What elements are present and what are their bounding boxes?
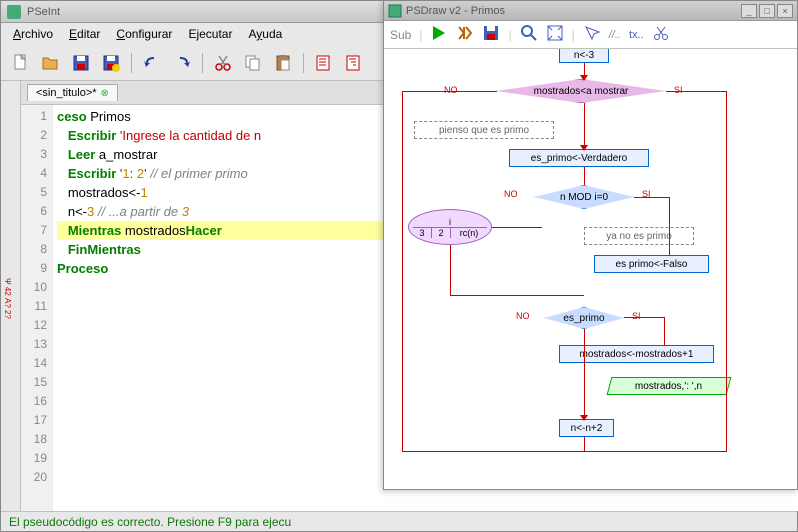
statusbar: El pseudocódigo es correcto. Presione F9…: [1, 511, 797, 531]
run-button[interactable]: [430, 24, 448, 45]
flowchart-canvas[interactable]: n<-3 mostrados<a mostrar NO SI pienso qu…: [384, 49, 797, 489]
new-file-button[interactable]: [9, 51, 33, 75]
fc-decision-main[interactable]: mostrados<a mostrar: [496, 79, 666, 103]
close-button[interactable]: ×: [777, 4, 793, 18]
tab-label: <sin_titulo>*: [36, 87, 97, 99]
fc-assign-mostrados[interactable]: mostrados<-mostrados+1: [559, 345, 714, 363]
fc-output[interactable]: mostrados,': ',n: [607, 377, 732, 395]
fc-label-no-1: NO: [444, 85, 458, 95]
menu-editar[interactable]: Editar: [61, 25, 108, 43]
text-tool-button[interactable]: tx..: [629, 29, 644, 41]
comment-tool-button[interactable]: //..: [609, 29, 621, 41]
menu-archivo[interactable]: Archivo: [5, 25, 61, 43]
paste-button[interactable]: [271, 51, 295, 75]
fc-label-si-3: SI: [632, 311, 641, 321]
fc-label-no-2: NO: [504, 189, 518, 199]
menu-ejecutar[interactable]: Ejecutar: [180, 25, 240, 43]
left-sidebar: Ψ 42 A? 2? lista de variables * = ∧ oper…: [1, 81, 21, 511]
app-icon: [7, 5, 21, 19]
outdent-button[interactable]: [342, 51, 366, 75]
cut-tool-button[interactable]: [652, 24, 670, 45]
status-text: El pseudocódigo es correcto. Presione F9…: [9, 515, 291, 529]
psdraw-window[interactable]: PSDraw v2 - Primos _ □ × Sub | | | //.. …: [383, 0, 798, 490]
fc-note-yano[interactable]: ya no es primo: [584, 227, 694, 245]
minimize-button[interactable]: _: [741, 4, 757, 18]
cut-button[interactable]: [211, 51, 235, 75]
redo-button[interactable]: [170, 51, 194, 75]
indent-button[interactable]: [312, 51, 336, 75]
psdraw-icon: [388, 4, 402, 18]
fc-assign-verdadero[interactable]: es_primo<-Verdadero: [509, 149, 649, 167]
editor-tab[interactable]: <sin_titulo>* ⊗: [27, 84, 118, 101]
fc-assign-n2[interactable]: n<-n+2: [559, 419, 614, 437]
psdraw-titlebar[interactable]: PSDraw v2 - Primos _ □ ×: [384, 1, 797, 21]
save-button[interactable]: [69, 51, 93, 75]
fc-label-si-1: SI: [674, 85, 683, 95]
save-as-button[interactable]: [99, 51, 123, 75]
fc-label-no-3: NO: [516, 311, 530, 321]
tool-selector-button[interactable]: [583, 24, 601, 45]
line-gutter: 1234567891011121314151617181920: [21, 105, 53, 511]
save-diagram-button[interactable]: [482, 24, 500, 45]
fc-assign-n3[interactable]: n<-3: [559, 49, 609, 63]
fc-decision-mod[interactable]: n MOD i=0: [534, 185, 634, 209]
fc-decision-esprimo[interactable]: es_primo: [544, 307, 624, 329]
sidebar-tab-variables[interactable]: Ψ 42 A? 2?: [1, 274, 14, 323]
menu-ayuda[interactable]: Ayuda: [240, 25, 290, 43]
app-title: PSeInt: [27, 6, 60, 18]
fc-note-pienso[interactable]: pienso que es primo: [414, 121, 554, 139]
sub-label[interactable]: Sub: [390, 28, 411, 42]
maximize-button[interactable]: □: [759, 4, 775, 18]
fit-button[interactable]: [546, 24, 564, 45]
fc-loop-ellipse[interactable]: i 32rc(n): [408, 209, 492, 245]
undo-button[interactable]: [140, 51, 164, 75]
menu-configurar[interactable]: Configurar: [108, 25, 180, 43]
tab-close-icon[interactable]: ⊗: [101, 88, 109, 99]
copy-button[interactable]: [241, 51, 265, 75]
open-file-button[interactable]: [39, 51, 63, 75]
zoom-button[interactable]: [520, 24, 538, 45]
fc-assign-falso[interactable]: es primo<-Falso: [594, 255, 709, 273]
psdraw-title: PSDraw v2 - Primos: [406, 5, 505, 17]
psdraw-toolbar: Sub | | | //.. tx..: [384, 21, 797, 49]
step-button[interactable]: [456, 24, 474, 45]
